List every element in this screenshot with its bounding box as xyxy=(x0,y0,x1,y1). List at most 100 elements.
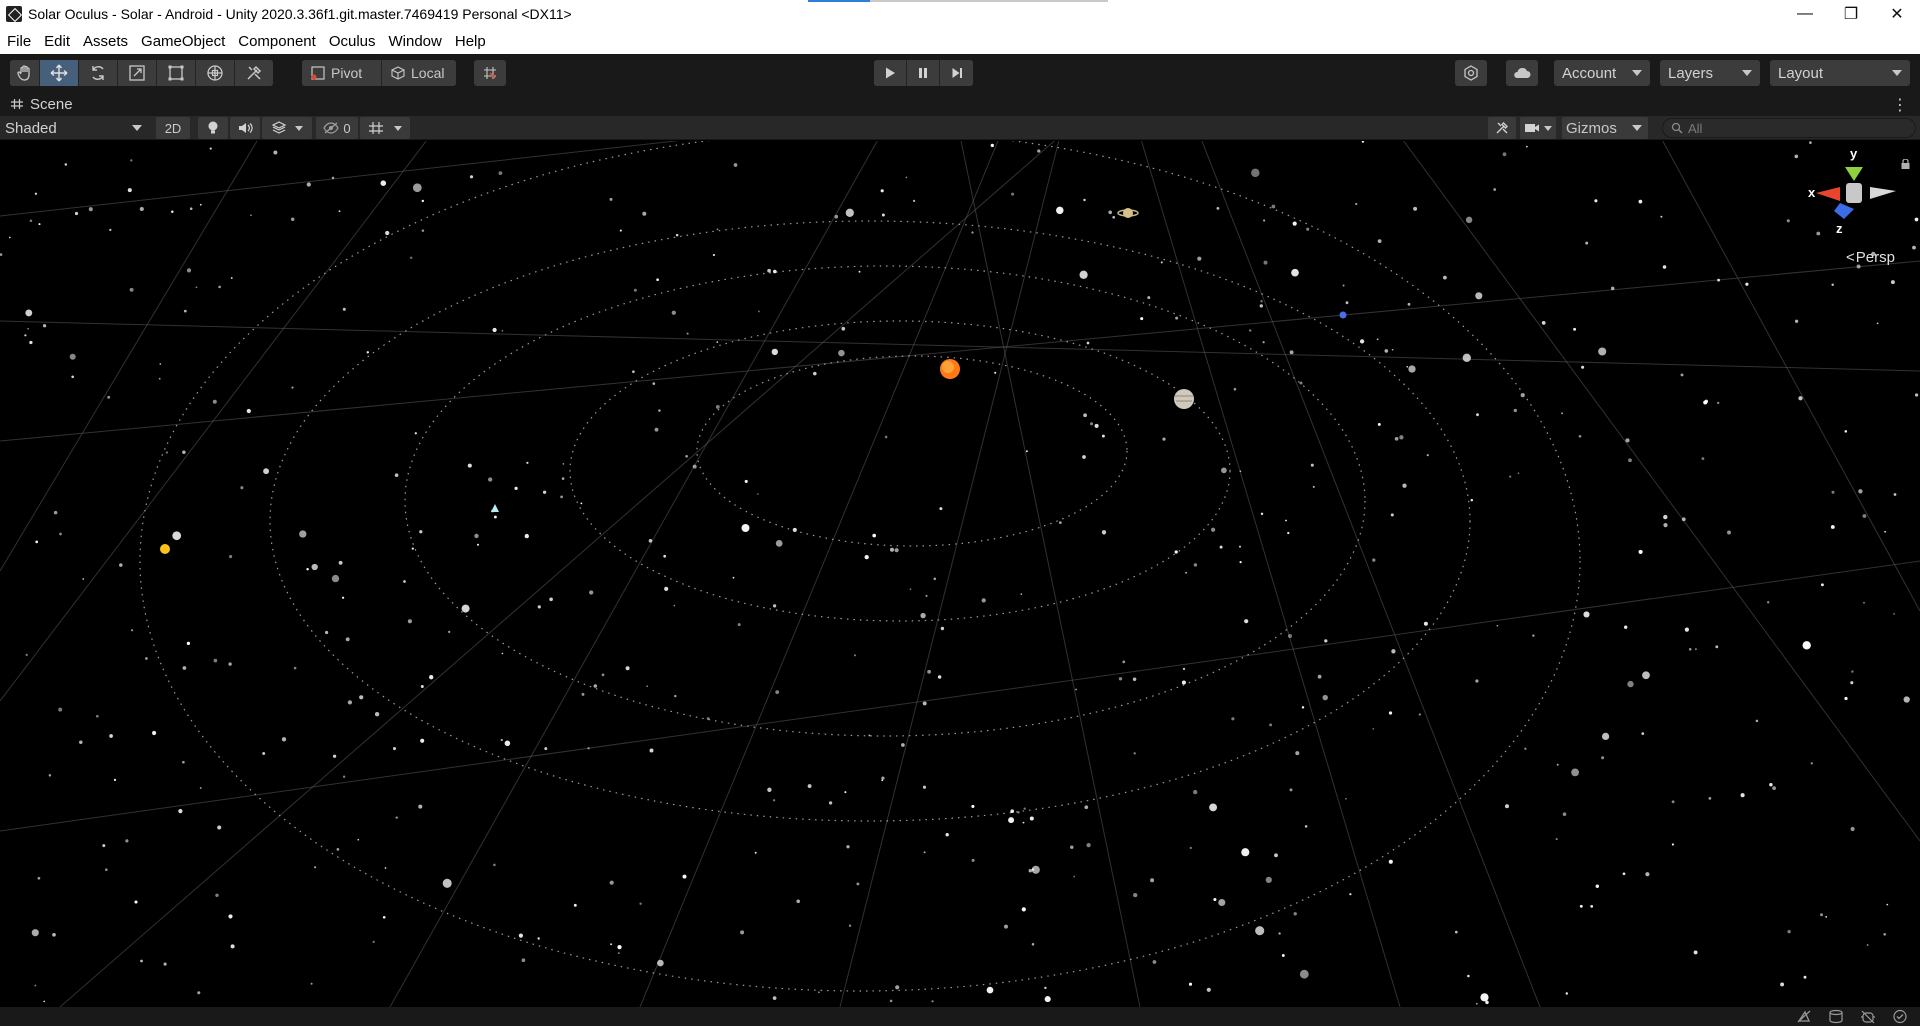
more-options-icon[interactable]: ⋮ xyxy=(1892,95,1908,115)
star xyxy=(1509,475,1512,478)
star xyxy=(336,848,340,851)
star xyxy=(1407,302,1411,306)
star xyxy=(163,962,167,966)
x-axis-cone[interactable] xyxy=(1816,187,1840,201)
rotate-tool-button[interactable] xyxy=(79,60,118,86)
z-axis-cone[interactable] xyxy=(1834,203,1854,219)
effects-layers-icon xyxy=(271,121,287,134)
menu-component[interactable]: Component xyxy=(232,33,322,50)
debug-mode-icon[interactable] xyxy=(1860,1009,1876,1024)
star xyxy=(299,530,307,538)
rect-tool-button[interactable] xyxy=(157,60,196,86)
effects-dropdown[interactable] xyxy=(262,117,312,139)
y-axis-label: y xyxy=(1850,146,1858,161)
star xyxy=(933,577,937,581)
projection-toggle[interactable]: <Persp xyxy=(1846,249,1895,266)
custom-tool-button[interactable] xyxy=(235,60,273,86)
audio-toggle[interactable] xyxy=(230,117,260,139)
local-toggle-button[interactable]: Local xyxy=(382,60,456,86)
transform-tool-icon xyxy=(207,65,223,81)
layers-dropdown[interactable]: Layers xyxy=(1660,60,1760,86)
star xyxy=(1075,688,1078,691)
grid-snap-button[interactable] xyxy=(474,60,506,86)
collab-status-icon[interactable] xyxy=(1892,1009,1908,1024)
cloud-services-button[interactable] xyxy=(1506,60,1538,86)
comet[interactable] xyxy=(491,504,499,512)
pivot-toggle-button[interactable]: Pivot xyxy=(302,60,382,86)
scene-search-field[interactable]: All xyxy=(1662,118,1916,138)
orientation-gizmo[interactable]: y x z <Persp xyxy=(1800,146,1910,274)
star xyxy=(544,747,548,751)
gizmo-center-cube[interactable] xyxy=(1846,183,1862,203)
star xyxy=(82,578,85,580)
star xyxy=(940,626,945,631)
camera-settings-dropdown[interactable] xyxy=(1520,117,1556,139)
saturn[interactable] xyxy=(1123,208,1133,218)
star xyxy=(1345,301,1349,305)
menu-oculus[interactable]: Oculus xyxy=(323,33,382,50)
star xyxy=(1810,762,1813,765)
neg-x-axis-cone[interactable] xyxy=(1870,187,1896,199)
star xyxy=(772,799,776,802)
star xyxy=(648,538,653,543)
scale-tool-button[interactable] xyxy=(118,60,157,86)
star xyxy=(1376,338,1379,341)
hand-tool-button[interactable] xyxy=(10,60,40,86)
scene-tools-button[interactable] xyxy=(1488,117,1516,139)
mode-2d-toggle[interactable]: 2D xyxy=(156,117,190,139)
restore-button[interactable]: ❐ xyxy=(1828,0,1874,28)
gizmos-dropdown[interactable]: Gizmos xyxy=(1562,117,1648,139)
step-button[interactable] xyxy=(940,60,973,86)
star xyxy=(986,986,994,994)
scene-viewport[interactable]: y x z <Persp xyxy=(0,141,1920,1007)
star xyxy=(1684,627,1689,632)
scene-visibility-toggle[interactable]: 0 xyxy=(316,117,358,139)
star xyxy=(69,353,76,360)
star xyxy=(380,180,387,186)
grid-visibility-dropdown[interactable] xyxy=(360,117,410,139)
y-axis-cone[interactable] xyxy=(1845,167,1863,181)
star xyxy=(311,563,318,571)
star xyxy=(1893,493,1897,496)
star xyxy=(589,590,594,595)
close-button[interactable]: ✕ xyxy=(1874,0,1920,28)
main-toolbar: Pivot Local Account Layers Layout xyxy=(0,54,1920,92)
star xyxy=(71,375,75,379)
menu-assets[interactable]: Assets xyxy=(77,33,134,50)
shading-mode-dropdown[interactable]: Shaded xyxy=(0,116,148,140)
account-dropdown[interactable]: Account xyxy=(1554,60,1650,86)
neptune[interactable] xyxy=(1339,311,1347,319)
star xyxy=(1133,752,1136,755)
pause-button[interactable] xyxy=(907,60,940,86)
auto-generate-lighting-icon[interactable] xyxy=(1796,1009,1812,1024)
bright-star xyxy=(160,544,170,554)
lock-icon[interactable] xyxy=(1901,159,1910,169)
cache-server-icon[interactable] xyxy=(1828,1009,1844,1024)
star xyxy=(633,288,637,292)
layout-dropdown[interactable]: Layout xyxy=(1770,60,1910,86)
star xyxy=(1583,611,1590,618)
collab-button[interactable] xyxy=(1455,60,1487,86)
menu-help[interactable]: Help xyxy=(449,33,492,50)
star xyxy=(1251,168,1260,178)
move-tool-button[interactable] xyxy=(40,60,79,86)
minimize-button[interactable]: — xyxy=(1782,0,1828,28)
tab-scene[interactable]: Scene xyxy=(0,92,73,116)
menu-edit[interactable]: Edit xyxy=(38,33,76,50)
grid-line xyxy=(639,141,999,1007)
star xyxy=(537,937,540,940)
star xyxy=(639,902,642,905)
star xyxy=(881,213,885,217)
transform-tool-button[interactable] xyxy=(196,60,235,86)
star xyxy=(1524,747,1527,750)
star xyxy=(1108,210,1112,215)
menu-file[interactable]: File xyxy=(1,33,37,50)
star xyxy=(306,182,311,187)
play-button[interactable] xyxy=(874,60,907,86)
lighting-toggle[interactable] xyxy=(198,117,228,139)
star xyxy=(817,991,820,994)
menu-window[interactable]: Window xyxy=(383,33,448,50)
menu-gameobject[interactable]: GameObject xyxy=(135,33,231,50)
star xyxy=(1342,284,1345,287)
jupiter[interactable] xyxy=(1174,389,1194,409)
